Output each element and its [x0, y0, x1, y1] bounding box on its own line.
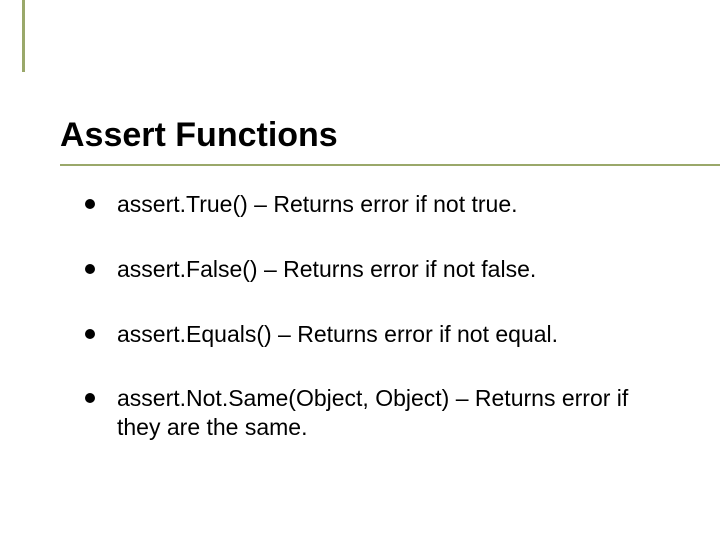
title-area: Assert Functions: [60, 116, 680, 165]
slide: Assert Functions assert.True() – Returns…: [0, 0, 720, 540]
bullet-icon: [85, 199, 95, 209]
bullet-text: assert.Not.Same(Object, Object) – Return…: [117, 384, 670, 442]
bullet-list: assert.True() – Returns error if not tru…: [85, 190, 670, 478]
list-item: assert.Equals() – Returns error if not e…: [85, 320, 670, 349]
bullet-text: assert.True() – Returns error if not tru…: [117, 190, 670, 219]
list-item: assert.Not.Same(Object, Object) – Return…: [85, 384, 670, 442]
slide-title: Assert Functions: [60, 116, 680, 155]
bullet-text: assert.False() – Returns error if not fa…: [117, 255, 670, 284]
bullet-icon: [85, 264, 95, 274]
title-underline: [60, 164, 720, 166]
list-item: assert.False() – Returns error if not fa…: [85, 255, 670, 284]
bullet-icon: [85, 329, 95, 339]
bullet-icon: [85, 393, 95, 403]
list-item: assert.True() – Returns error if not tru…: [85, 190, 670, 219]
bullet-text: assert.Equals() – Returns error if not e…: [117, 320, 670, 349]
accent-vertical-line: [22, 0, 25, 72]
